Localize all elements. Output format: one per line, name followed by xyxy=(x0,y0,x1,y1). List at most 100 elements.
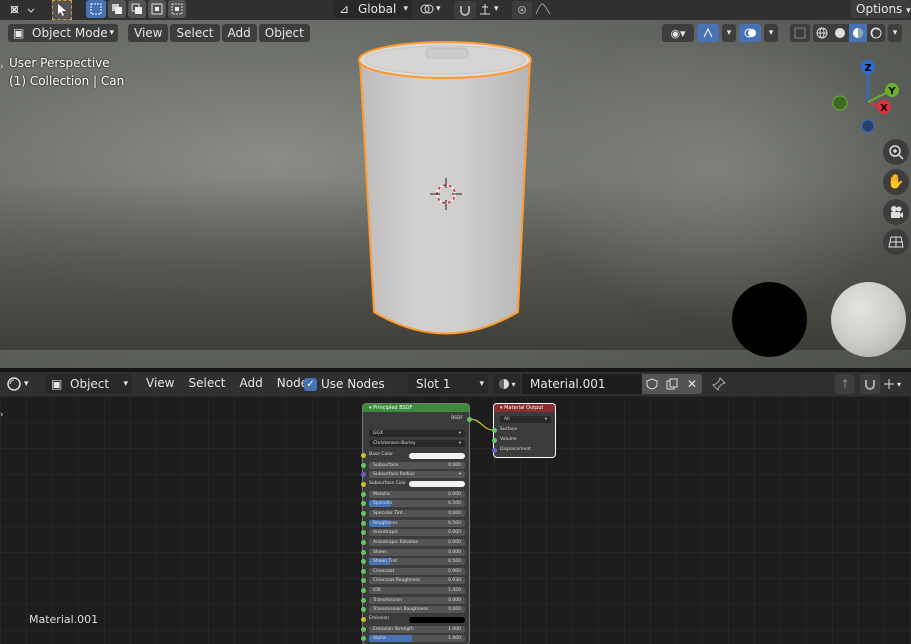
visibility-dropdown[interactable]: ◉▾ xyxy=(662,24,694,42)
bsdf-input-socket[interactable] xyxy=(361,520,366,526)
unlink-material-button[interactable]: ✕ xyxy=(682,374,702,394)
bsdf-input-field[interactable]: Clearcoat 0.000 xyxy=(369,567,465,575)
checkbox-checked-icon[interactable]: ✓ xyxy=(304,377,317,391)
bsdf-input-field[interactable]: Subsurface Radius ▾ xyxy=(369,471,465,479)
pin-button[interactable] xyxy=(710,374,728,394)
bsdf-input-socket[interactable] xyxy=(361,462,366,468)
color-swatch[interactable] xyxy=(409,616,465,623)
use-nodes-toggle[interactable]: ✓ Use Nodes xyxy=(304,375,385,393)
subsurface-method-dropdown[interactable]: Christensen-Burley ▾ xyxy=(369,440,465,447)
bsdf-input-field[interactable]: Anisotropic 0.000 xyxy=(369,529,465,537)
node-editor-type-button[interactable]: ▾ xyxy=(6,375,38,393)
bsdf-input-socket[interactable] xyxy=(361,453,366,458)
bsdf-input-socket[interactable] xyxy=(361,539,366,545)
principled-bsdf-node[interactable]: ▾ Principled BSDF BSDF GGX ▾ Christensen-… xyxy=(361,404,472,644)
bsdf-input-socket[interactable] xyxy=(361,510,366,516)
surface-input-socket[interactable] xyxy=(492,428,497,433)
bsdf-input-socket[interactable] xyxy=(361,588,366,594)
material-browse-button[interactable]: ▾ xyxy=(494,374,520,394)
3d-viewport[interactable]: ▣ Object Mode ▾ View Select Add Object ◉… xyxy=(0,20,911,368)
pan-button[interactable]: ✋ xyxy=(883,169,909,195)
bsdf-input-field[interactable]: Roughness 0.500 xyxy=(369,519,465,527)
bsdf-input-field[interactable]: Sheen Tint 0.500 xyxy=(369,558,465,566)
bsdf-input-socket[interactable] xyxy=(361,501,366,507)
select-new-button[interactable] xyxy=(86,0,106,18)
zoom-button[interactable] xyxy=(883,139,909,165)
gizmo-toggle[interactable] xyxy=(697,24,719,42)
bsdf-input-socket[interactable] xyxy=(361,530,366,536)
editor-type-button[interactable] xyxy=(6,1,38,19)
bsdf-output-socket[interactable] xyxy=(467,417,472,422)
viewport-menu-select[interactable]: Select xyxy=(170,24,220,42)
node-editor-canvas[interactable]: › ▾ Principled BSDF BSDF GGX ▾ Christense… xyxy=(0,396,911,644)
shader-type-dropdown[interactable]: ▣ Object ▾ xyxy=(46,374,132,394)
material-name-field[interactable]: Material.001 xyxy=(522,374,642,394)
overlays-dropdown[interactable]: ▾ xyxy=(764,24,778,42)
select-subtract-button[interactable] xyxy=(128,0,146,18)
transform-orientation-dropdown[interactable]: ⊿ Global ▾ xyxy=(334,0,412,18)
bsdf-input-field[interactable]: IOR 1.450 xyxy=(369,587,465,595)
bsdf-input-socket[interactable] xyxy=(361,472,366,478)
bsdf-input-socket[interactable] xyxy=(361,597,366,603)
fake-user-button[interactable] xyxy=(642,374,662,394)
node-snap-toggle[interactable] xyxy=(860,374,880,394)
bsdf-input-field[interactable]: Specular 0.500 xyxy=(369,500,465,508)
bsdf-input-field[interactable]: Alpha 1.000 xyxy=(369,635,465,643)
bsdf-input-field[interactable]: Emission Strength 1.000 xyxy=(369,625,465,633)
bsdf-input-field[interactable]: Metallic 0.000 xyxy=(369,490,465,498)
principled-bsdf-header[interactable]: ▾ Principled BSDF xyxy=(363,404,469,412)
viewport-menu-object[interactable]: Object xyxy=(258,24,310,42)
shading-material-button[interactable] xyxy=(849,24,867,42)
pivot-point-dropdown[interactable]: ▾ xyxy=(420,0,450,18)
node-menu-add[interactable]: Add xyxy=(234,374,269,392)
bsdf-input-socket[interactable] xyxy=(361,578,366,584)
output-target-dropdown[interactable]: All ▾ xyxy=(500,416,551,423)
bsdf-input-socket[interactable] xyxy=(361,568,366,574)
bsdf-input-field[interactable]: Anisotropic Rotation 0.000 xyxy=(369,538,465,546)
parent-node-tree-button[interactable]: ↑ xyxy=(835,374,855,394)
object-mode-dropdown[interactable]: ▣ Object Mode ▾ xyxy=(8,24,118,42)
ortho-toggle-button[interactable] xyxy=(883,229,909,255)
sidebar-expand-arrow-icon[interactable]: › xyxy=(0,410,4,420)
toolbar-expand-arrow-icon[interactable]: › xyxy=(0,62,4,72)
snap-target-dropdown[interactable]: ▾ xyxy=(478,0,506,18)
material-output-header[interactable]: ▾ Material Output xyxy=(494,404,555,412)
proportional-edit-toggle[interactable] xyxy=(512,1,532,19)
volume-input-socket[interactable] xyxy=(492,438,497,443)
distribution-dropdown[interactable]: GGX ▾ xyxy=(369,430,465,437)
select-extend-button[interactable] xyxy=(108,0,126,18)
bsdf-input-field[interactable]: Sheen 0.000 xyxy=(369,548,465,556)
bsdf-input-socket[interactable] xyxy=(361,481,366,487)
bsdf-input-socket[interactable] xyxy=(361,607,366,613)
shading-dropdown[interactable]: ▾ xyxy=(888,24,902,42)
bsdf-input-socket[interactable] xyxy=(361,626,366,632)
viewport-menu-view[interactable]: View xyxy=(128,24,169,42)
snap-toggle[interactable] xyxy=(454,1,476,19)
bsdf-input-field[interactable]: Subsurface 0.000 xyxy=(369,461,465,469)
xray-toggle[interactable] xyxy=(790,24,810,42)
options-dropdown[interactable]: Options ▾ xyxy=(851,0,911,18)
material-slot-dropdown[interactable]: Slot 1 ▾ xyxy=(408,374,488,394)
shading-wireframe-button[interactable] xyxy=(813,24,831,42)
select-tool-button[interactable] xyxy=(52,0,72,20)
color-swatch[interactable] xyxy=(409,481,465,488)
node-menu-view[interactable]: View xyxy=(140,374,180,392)
displacement-input-socket[interactable] xyxy=(492,448,497,453)
camera-view-button[interactable] xyxy=(883,199,909,225)
falloff-dropdown[interactable] xyxy=(534,0,562,18)
bsdf-input-socket[interactable] xyxy=(361,549,366,555)
select-difference-button[interactable] xyxy=(148,0,166,18)
bsdf-input-field[interactable]: Specular Tint 0.000 xyxy=(369,509,465,517)
shading-rendered-button[interactable] xyxy=(867,24,885,42)
node-menu-select[interactable]: Select xyxy=(182,374,231,392)
gizmo-dropdown[interactable]: ▾ xyxy=(722,24,736,42)
bsdf-input-field[interactable]: Transmission Roughness 0.000 xyxy=(369,606,465,614)
overlays-toggle[interactable] xyxy=(739,24,761,42)
bsdf-input-socket[interactable] xyxy=(361,559,366,565)
bsdf-input-socket[interactable] xyxy=(361,491,366,497)
node-snap-target-dropdown[interactable]: ▾ xyxy=(882,374,910,394)
shading-solid-button[interactable] xyxy=(831,24,849,42)
bsdf-input-socket[interactable] xyxy=(361,617,366,623)
color-swatch[interactable] xyxy=(409,452,465,459)
material-output-node[interactable]: ▾ Material Output All ▾ Surface Volume Di… xyxy=(492,404,555,457)
